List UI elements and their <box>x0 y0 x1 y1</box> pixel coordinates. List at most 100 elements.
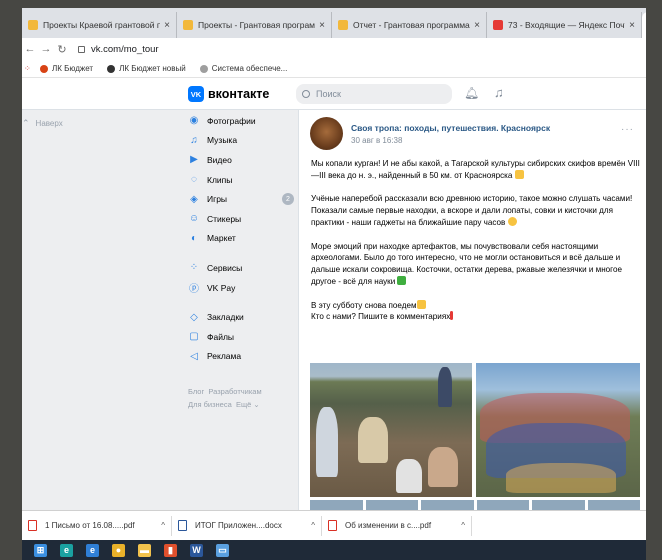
browser-tab-active[interactable] <box>642 12 646 38</box>
menu-item-ads[interactable]: ◁ Реклама <box>188 347 294 367</box>
photo-thumbnail[interactable] <box>310 500 363 510</box>
tab-close-icon[interactable]: × <box>474 20 480 31</box>
browser-tab[interactable]: Отчет - Грантовая программа I... × <box>332 12 487 38</box>
grid-icon: ⁘ <box>189 262 199 274</box>
download-item[interactable]: Об изменении в с....pdf ^ <box>322 515 472 536</box>
menu-item-files[interactable]: ▢ Файлы <box>188 327 294 347</box>
footer-link-more[interactable]: Ещё ⌄ <box>236 400 260 409</box>
file-icon: ▢ <box>189 331 199 343</box>
menu-item-label: Видео <box>207 154 232 165</box>
footer-link-developers[interactable]: Разработчикам <box>208 387 261 396</box>
post-author[interactable]: Своя тропа: походы, путешествия. Красноя… <box>351 123 550 133</box>
search-input[interactable]: Поиск <box>296 84 452 104</box>
chrome-icon[interactable]: ● <box>112 543 125 557</box>
menu-item-market[interactable]: ◐ Маркет <box>188 229 294 249</box>
tab-favicon <box>183 20 193 30</box>
bookmarks-bar: ⁘ ЛК Бюджет ЛК Бюджет новый Система обес… <box>22 60 646 78</box>
browser-tab[interactable]: Проекты Краевой грантовой п... × <box>22 12 177 38</box>
post-text: Мы копали курган! И не абы какой, а Тага… <box>311 158 641 323</box>
photo-thumbnail[interactable] <box>365 500 418 510</box>
footer-link-blog[interactable]: Блог <box>188 387 204 396</box>
vk-logo[interactable]: VK вконтакте <box>188 86 269 102</box>
bag-icon: ◐ <box>190 232 198 244</box>
browser-tab[interactable]: 73 - Входящие — Яндекс Почта × <box>487 12 642 38</box>
photo-thumbnail[interactable] <box>532 500 585 510</box>
chevron-up-icon[interactable]: ^ <box>161 521 165 530</box>
menu-item-stickers[interactable]: ☺ Стикеры <box>188 209 294 229</box>
music-note-icon[interactable]: ♫ <box>494 85 504 100</box>
vk-logo-icon: VK <box>188 86 204 102</box>
menu-item-photos[interactable]: ◉ Фотографии <box>188 111 294 131</box>
vkpay-icon: ⓟ <box>189 284 199 296</box>
bookmark-label: ЛК Бюджет новый <box>119 64 186 73</box>
forward-arrow-icon[interactable]: → <box>38 43 54 55</box>
back-arrow-icon[interactable]: ← <box>22 43 38 55</box>
tab-close-icon[interactable]: × <box>629 20 635 31</box>
menu-item-games[interactable]: ◈ Игры 2 <box>188 189 294 209</box>
download-item[interactable]: 1 Письмо от 16.08.....pdf ^ <box>22 515 172 536</box>
photo-thumbnail[interactable] <box>587 500 640 510</box>
ie-icon[interactable]: e <box>86 543 99 557</box>
edge-new-icon[interactable]: e <box>60 543 73 557</box>
video-icon: ▶ <box>190 154 198 166</box>
reload-icon[interactable]: ↻ <box>54 43 70 56</box>
post-photos <box>310 363 640 497</box>
chevron-up-icon[interactable]: ^ <box>461 521 465 530</box>
bookmark-icon: ◇ <box>190 311 198 323</box>
menu-item-label: Сервисы <box>207 262 243 273</box>
community-avatar[interactable] <box>310 117 343 150</box>
bookmark-item[interactable]: Система обеспече... <box>199 64 287 73</box>
chevron-up-icon[interactable]: ^ <box>311 521 315 530</box>
gamepad-icon: ◈ <box>190 193 198 205</box>
monitor-bezel-right <box>646 0 662 560</box>
wall-post: Своя тропа: походы, путешествия. Красноя… <box>298 110 646 510</box>
bell-icon[interactable]: 🔔︎ <box>464 86 479 100</box>
browser-tab[interactable]: Проекты - Грантовая программ... × <box>177 12 332 38</box>
menu-item-music[interactable]: ♫ Музыка <box>188 131 294 151</box>
apps-icon[interactable]: ⁘ <box>24 64 34 73</box>
address-bar[interactable]: vk.com/mo_tour <box>78 44 159 55</box>
app-icon[interactable]: ▮ <box>164 543 177 557</box>
scroll-to-top-link[interactable]: ⌃ Наверх <box>22 118 63 129</box>
smile-emoji-icon <box>507 216 517 226</box>
scroll-to-top-label: Наверх <box>35 119 63 128</box>
post-line: В эту субботу снова поедем <box>311 300 417 310</box>
word-icon[interactable]: W <box>190 543 203 557</box>
post-photo[interactable] <box>476 363 640 497</box>
desktop-icon[interactable]: ▭ <box>216 543 229 557</box>
menu-item-label: Фотографии <box>207 115 256 126</box>
windows-start-icon[interactable]: ⊞ <box>34 543 47 557</box>
menu-item-vkpay[interactable]: ⓟ VK Pay <box>188 278 294 298</box>
bookmark-label: ЛК Бюджет <box>52 64 94 73</box>
tab-title: Проекты Краевой грантовой п... <box>43 20 161 30</box>
post-paragraph: Мы копали курган! И не абы какой, а Тага… <box>311 159 640 180</box>
tab-favicon <box>493 20 503 30</box>
photo-thumbnails[interactable] <box>310 500 640 510</box>
menu-divider <box>188 297 294 307</box>
menu-item-clips[interactable]: ◌ Клипы <box>188 170 294 190</box>
tab-close-icon[interactable]: × <box>164 20 170 31</box>
menu-item-bookmarks[interactable]: ◇ Закладки <box>188 307 294 327</box>
download-filename: Об изменении в с....pdf <box>345 521 432 530</box>
tab-close-icon[interactable]: × <box>319 20 325 31</box>
more-options-icon[interactable]: ··· <box>621 124 634 135</box>
footer-link-business[interactable]: Для бизнеса <box>188 400 232 409</box>
post-date[interactable]: 30 авг в 16:38 <box>351 136 402 145</box>
menu-item-video[interactable]: ▶ Видео <box>188 150 294 170</box>
menu-item-label: Реклама <box>207 351 242 362</box>
vk-header: VK вконтакте Поиск 🔔︎ ♫ <box>22 78 646 110</box>
post-photo[interactable] <box>310 363 472 497</box>
photo-thumbnail[interactable] <box>421 500 474 510</box>
vk-page: VK вконтакте Поиск 🔔︎ ♫ ⌃ Наверх ◉ Фотог… <box>22 78 646 510</box>
menu-item-services[interactable]: ⁘ Сервисы <box>188 258 294 278</box>
bookmark-item[interactable]: ЛК Бюджет <box>40 64 93 73</box>
camera-icon: ◉ <box>189 115 199 127</box>
menu-item-label: Клипы <box>207 174 233 185</box>
bookmark-favicon <box>40 64 48 73</box>
download-item[interactable]: ИТОГ Приложен....docx ^ <box>172 515 322 536</box>
menu-item-label: VK Pay <box>207 282 236 293</box>
photo-thumbnail[interactable] <box>476 500 529 510</box>
bookmark-item[interactable]: ЛК Бюджет новый <box>107 64 186 73</box>
hand-emoji-icon <box>416 299 426 309</box>
file-explorer-icon[interactable]: ▬ <box>138 543 151 557</box>
